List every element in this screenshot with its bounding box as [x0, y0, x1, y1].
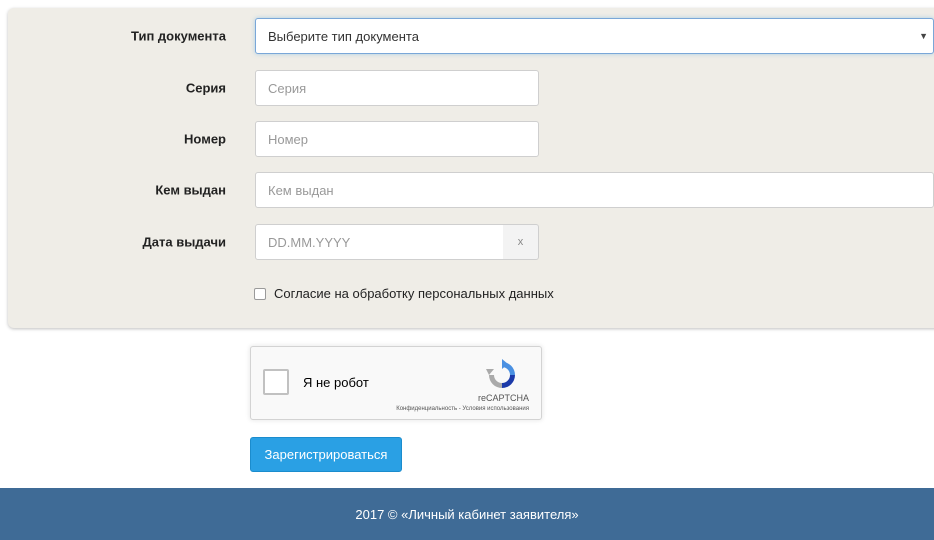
recaptcha-links[interactable]: Конфиденциальность - Условия использован…: [396, 406, 529, 412]
doc-type-select[interactable]: Выберите тип документа ▼: [255, 18, 934, 54]
series-label: Серия: [185, 80, 226, 96]
consent-label: Согласие на обработку персональных данны…: [274, 286, 554, 301]
recaptcha-widget: Я не робот reCAPTCHA Конфиденциальность …: [250, 346, 542, 420]
series-placeholder: Серия: [268, 80, 307, 96]
issue-date-label: Дата выдачи: [142, 234, 227, 250]
consent-checkbox[interactable]: [254, 287, 266, 300]
issued-by-input[interactable]: Кем выдан: [255, 172, 934, 208]
number-placeholder: Номер: [268, 131, 309, 147]
consent-checkbox-row[interactable]: Согласие на обработку персональных данны…: [254, 286, 554, 301]
date-clear-button[interactable]: x: [503, 224, 539, 260]
document-form-panel: [8, 8, 934, 328]
close-icon: x: [517, 236, 524, 248]
doc-type-label: Тип документа: [131, 28, 226, 44]
chevron-down-icon: ▼: [919, 31, 928, 41]
issue-date-label-wrap: Дата выдачи: [0, 225, 227, 259]
series-label-wrap: Серия: [0, 71, 226, 105]
doc-type-label-wrap: Тип документа: [0, 19, 226, 53]
issue-date-placeholder: DD.MM.YYYY: [268, 234, 351, 250]
page-footer: 2017 © «Личный кабинет заявителя»: [0, 488, 934, 540]
issued-by-label: Кем выдан: [155, 182, 226, 198]
recaptcha-logo-icon: [486, 359, 515, 388]
recaptcha-checkbox[interactable]: [263, 369, 289, 395]
issued-by-placeholder: Кем выдан: [268, 182, 334, 198]
doc-type-selected-value: Выберите тип документа: [268, 28, 419, 44]
number-label-wrap: Номер: [0, 122, 226, 156]
footer-text: 2017 © «Личный кабинет заявителя»: [355, 506, 579, 522]
number-label: Номер: [184, 131, 226, 147]
number-input[interactable]: Номер: [255, 121, 539, 157]
register-button[interactable]: Зарегистрироваться: [250, 437, 402, 472]
recaptcha-brand: reCAPTCHA: [477, 393, 529, 403]
recaptcha-label: Я не робот: [303, 375, 369, 390]
issue-date-input[interactable]: DD.MM.YYYY: [255, 224, 504, 260]
series-input[interactable]: Серия: [255, 70, 539, 106]
issued-by-label-wrap: Кем выдан: [0, 173, 226, 207]
